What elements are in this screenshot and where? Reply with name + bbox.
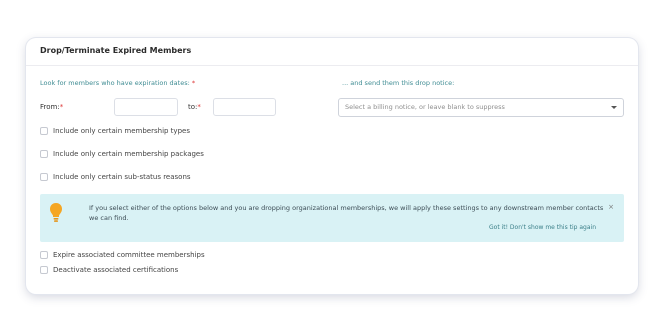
checkbox[interactable] [40,127,48,135]
filter-sub-status-reasons[interactable]: Include only certain sub-status reasons [40,173,191,181]
filter-membership-types[interactable]: Include only certain membership types [40,127,190,135]
to-required-mark: * [197,103,201,111]
checkbox[interactable] [40,251,48,259]
expiration-dates-label-text: Look for members who have expiration dat… [40,79,190,87]
checkbox[interactable] [40,173,48,181]
panel-title: Drop/Terminate Expired Members [40,46,192,55]
from-date-input[interactable] [114,98,178,116]
drop-notice-label: ... and send them this drop notice: [342,79,455,87]
to-label: to:* [188,103,201,111]
to-date-input[interactable] [213,98,276,116]
filter-label: Include only certain membership packages [53,150,204,158]
expiration-dates-label: Look for members who have expiration dat… [40,79,195,87]
from-label-text: From: [40,103,60,111]
from-required-mark: * [59,103,64,111]
chevron-down-icon [611,106,617,109]
tip-text: If you select either of the options belo… [89,204,604,222]
option-deactivate-certifications[interactable]: Deactivate associated certifications [40,266,178,274]
drop-notice-select[interactable]: Select a billing notice, or leave blank … [338,98,624,117]
filter-membership-packages[interactable]: Include only certain membership packages [40,150,204,158]
drop-expired-members-panel: Drop/Terminate Expired Members Look for … [26,38,638,294]
checkbox[interactable] [40,266,48,274]
title-divider [26,65,638,66]
required-mark: * [191,79,196,87]
from-label: From:* [40,103,63,111]
filter-label: Include only certain sub-status reasons [53,173,191,181]
filter-label: Include only certain membership types [53,127,190,135]
close-icon[interactable]: × [608,203,614,211]
dismiss-tip-link[interactable]: Got it! Don't show me this tip again [489,224,596,231]
option-label: Expire associated committee memberships [53,251,205,259]
checkbox[interactable] [40,150,48,158]
option-label: Deactivate associated certifications [53,266,179,274]
drop-notice-placeholder: Select a billing notice, or leave blank … [345,103,505,111]
to-label-text: to: [188,103,198,111]
option-expire-committee-memberships[interactable]: Expire associated committee memberships [40,251,205,259]
info-tip-banner: If you select either of the options belo… [40,194,624,242]
lightbulb-icon [50,203,62,222]
